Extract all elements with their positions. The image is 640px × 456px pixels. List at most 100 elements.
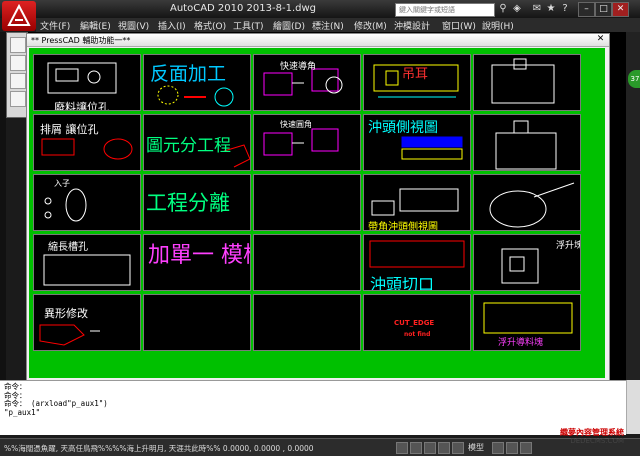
function-label: CUT_EDGE <box>394 319 435 327</box>
function-label: 快速導角 <box>280 62 317 72</box>
function-button-13[interactable] <box>253 174 361 231</box>
function-preview-drawing <box>489 182 575 228</box>
function-label: 浮升導料塊 <box>498 338 544 348</box>
function-button-15[interactable] <box>473 174 581 231</box>
menu-dimension[interactable]: 標注(N) <box>312 19 344 32</box>
search-input[interactable] <box>396 4 494 15</box>
minimize-button[interactable]: – <box>578 2 595 17</box>
menu-draw[interactable]: 繪圖(D) <box>273 19 305 32</box>
function-button-25[interactable]: 浮升導料塊 <box>473 294 581 351</box>
menu-die-design[interactable]: 沖模設計 <box>394 19 430 32</box>
function-sublabel: not find <box>404 331 431 338</box>
function-label: 吊耳 <box>402 67 429 82</box>
function-label: 圖元分工程 <box>146 136 231 156</box>
toolbar-icon-2[interactable] <box>10 55 26 71</box>
toolbar-icon-1[interactable] <box>10 37 26 53</box>
function-button-8[interactable]: 快速圓角 <box>253 114 361 171</box>
function-button-12[interactable]: 工程分離 <box>143 174 251 231</box>
toolbar-icon-4[interactable] <box>10 91 26 107</box>
menu-format[interactable]: 格式(O) <box>194 19 226 32</box>
subscription-icon[interactable]: ◈ <box>511 3 523 15</box>
dialog-panel: 廢料讓位孔 反面加工 快速導角吊耳排屑 讓位孔圖元分工程 快速圓角 沖頭側視圖入子工程分… <box>29 48 605 378</box>
maximize-button[interactable]: □ <box>595 2 612 17</box>
close-button[interactable]: ✕ <box>612 2 629 17</box>
function-button-23[interactable] <box>253 294 361 351</box>
menu-view[interactable]: 視圖(V) <box>118 19 149 32</box>
menu-edit[interactable]: 編輯(E) <box>80 19 111 32</box>
function-label: 快速圓角 <box>280 120 312 129</box>
function-preview-drawing <box>39 324 100 346</box>
left-toolbar <box>6 32 28 118</box>
communication-icon[interactable]: ✉ <box>531 3 543 15</box>
function-label: 沖頭側視圖 <box>368 120 438 136</box>
function-label: 反面加工 <box>150 63 227 85</box>
function-label: 入子 <box>54 179 70 188</box>
function-button-10[interactable] <box>473 114 581 171</box>
window-title: AutoCAD 2010 2013-8-1.dwg <box>170 3 316 14</box>
side-badge[interactable]: 37 <box>628 70 640 88</box>
function-preview-drawing <box>491 58 555 104</box>
function-button-19[interactable]: 沖頭切口 <box>363 234 471 291</box>
function-button-17[interactable]: 加單一 模板 <box>143 234 251 291</box>
menu-help[interactable]: 說明(H) <box>482 19 514 32</box>
function-button-20[interactable]: 浮升塊 <box>473 234 581 291</box>
function-button-9[interactable]: 沖頭側視圖 <box>363 114 471 171</box>
layout-icon[interactable] <box>492 442 504 454</box>
toolbar-icon-3[interactable] <box>10 73 26 89</box>
coordinate-readout: %%海闊憑魚躍, 天高任鳥飛%%%%海上升明月, 天涯共此時%% 0.0000,… <box>4 444 314 453</box>
search-box[interactable] <box>395 3 495 17</box>
function-button-2[interactable]: 反面加工 <box>143 54 251 111</box>
watermark: 織夢內容管理系統 DEDECMS.COM <box>560 428 624 445</box>
command-history: 命令： 命令： 命令： (arxload"p_aux1") "p_aux1" <box>4 382 108 417</box>
function-button-22[interactable] <box>143 294 251 351</box>
menu-tools[interactable]: 工具(T) <box>233 19 264 32</box>
function-preview-drawing <box>44 188 87 222</box>
function-button-11[interactable]: 入子 <box>33 174 141 231</box>
function-label: 帶角沖頭側視圖 <box>368 222 438 231</box>
function-label: 浮升塊 <box>556 241 581 251</box>
snap-icon[interactable] <box>396 442 408 454</box>
polar-icon[interactable] <box>438 442 450 454</box>
menu-file[interactable]: 文件(F) <box>40 19 70 32</box>
right-strip <box>626 32 640 422</box>
command-window[interactable]: 命令： 命令： 命令： (arxload"p_aux1") "p_aux1" <box>0 380 626 435</box>
function-label: 加單一 模板 <box>148 243 250 268</box>
function-button-16[interactable]: 縮長槽孔 <box>33 234 141 291</box>
function-grid: 廢料讓位孔 反面加工 快速導角吊耳排屑 讓位孔圖元分工程 快速圓角 沖頭側視圖入子工程分… <box>33 54 581 357</box>
function-label: 廢料讓位孔 <box>54 101 109 111</box>
menu-modify[interactable]: 修改(M) <box>354 19 387 32</box>
model-tab[interactable]: 模型 <box>468 442 484 453</box>
function-button-6[interactable]: 排屑 讓位孔 <box>33 114 141 171</box>
function-label: 工程分離 <box>146 191 230 215</box>
pan-icon[interactable] <box>506 442 518 454</box>
dialog-title: ** PressCAD 輔助功能一** <box>31 36 131 45</box>
function-button-5[interactable] <box>473 54 581 111</box>
ortho-icon[interactable] <box>424 442 436 454</box>
command-line: "p_aux1" <box>4 407 41 417</box>
help-icon[interactable]: ? <box>559 3 571 15</box>
favorites-icon[interactable]: ★ <box>545 3 557 15</box>
menu-bar: 文件(F) 編輯(E) 視圖(V) 插入(I) 格式(O) 工具(T) 繪圖(D… <box>36 18 640 33</box>
autocad-logo-icon[interactable] <box>2 1 36 31</box>
function-button-4[interactable]: 吊耳 <box>363 54 471 111</box>
grid-icon[interactable] <box>410 442 422 454</box>
menu-window[interactable]: 窗口(W) <box>442 19 476 32</box>
command-scrollbar[interactable] <box>626 380 640 434</box>
function-button-7[interactable]: 圖元分工程 <box>143 114 251 171</box>
zoom-icon[interactable] <box>520 442 532 454</box>
title-bar: AutoCAD 2010 2013-8-1.dwg ⚲ ◈ ✉ ★ ? – □ … <box>0 0 640 31</box>
function-button-1[interactable]: 廢料讓位孔 <box>33 54 141 111</box>
binoculars-icon[interactable]: ⚲ <box>497 3 509 15</box>
dialog-titlebar[interactable]: ** PressCAD 輔助功能一** ✕ <box>27 34 609 47</box>
function-button-14[interactable]: 帶角沖頭側視圖 <box>363 174 471 231</box>
function-button-21[interactable]: 異形修改 <box>33 294 141 351</box>
dialog-close-icon[interactable]: ✕ <box>595 34 606 45</box>
function-button-24[interactable]: CUT_EDGEnot find <box>363 294 471 351</box>
function-label: 排屑 讓位孔 <box>40 123 99 136</box>
function-button-18[interactable] <box>253 234 361 291</box>
function-label: 沖頭切口 <box>370 275 435 291</box>
function-label: 縮長槽孔 <box>48 242 88 253</box>
function-button-3[interactable]: 快速導角 <box>253 54 361 111</box>
menu-insert[interactable]: 插入(I) <box>158 19 186 32</box>
osnap-icon[interactable] <box>452 442 464 454</box>
